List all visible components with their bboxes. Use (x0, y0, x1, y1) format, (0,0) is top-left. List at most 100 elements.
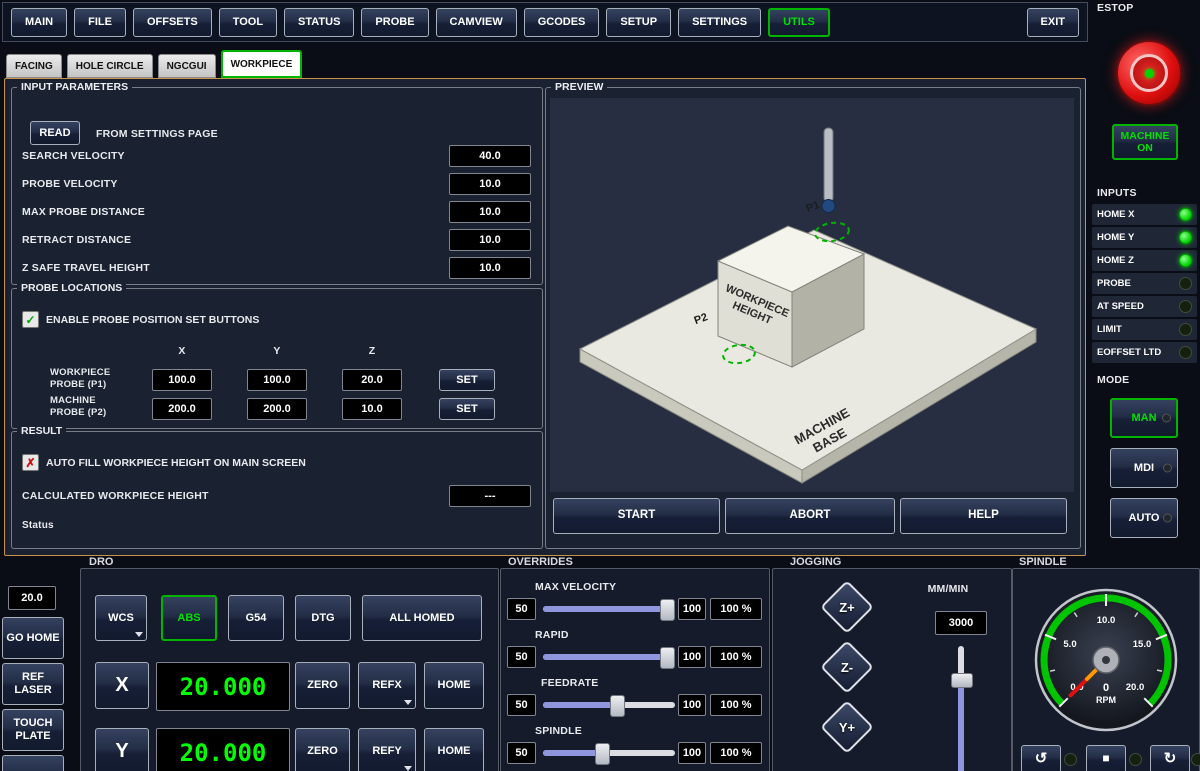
enable-probe-checkbox[interactable]: ✓ (22, 311, 39, 328)
jog-rate-slider-handle[interactable] (951, 673, 973, 688)
spindle-gauge: 0.0 5.0 10.0 15.0 20.0 0 RPM (1031, 585, 1181, 735)
wcs-button[interactable]: WCS (95, 595, 147, 641)
tab-workpiece[interactable]: WORKPIECE (221, 50, 303, 78)
menu-setup[interactable]: SETUP (606, 8, 671, 37)
inputs-title: INPUTS (1097, 187, 1137, 200)
touch-plate-button[interactable]: TOUCH PLATE (2, 709, 64, 751)
probe-locations-group: PROBE LOCATIONS ✓ ENABLE PROBE POSITION … (11, 288, 543, 429)
p1-x-field[interactable]: 100.0 (152, 369, 212, 391)
max-probe-distance-field[interactable]: 10.0 (449, 201, 531, 223)
menu-settings[interactable]: SETTINGS (678, 8, 761, 37)
spindle-slider-handle[interactable] (595, 743, 610, 765)
spindle-panel: 0.0 5.0 10.0 15.0 20.0 0 RPM ↺ ■ ↻ (1012, 568, 1200, 771)
refy-button[interactable]: REFY (358, 728, 416, 771)
refx-button[interactable]: REFX (358, 662, 416, 709)
home-y-button[interactable]: HOME (424, 728, 484, 771)
autofill-label: AUTO FILL WORKPIECE HEIGHT ON MAIN SCREE… (46, 457, 306, 469)
tab-facing[interactable]: FACING (6, 54, 62, 78)
abs-button[interactable]: ABS (161, 595, 217, 641)
p1-z-field[interactable]: 20.0 (342, 369, 402, 391)
dtg-button[interactable]: DTG (295, 595, 351, 641)
machine-on-button[interactable]: MACHINE ON (1112, 124, 1178, 160)
autofill-checkbox[interactable]: ✗ (22, 454, 39, 471)
menu-file[interactable]: FILE (74, 8, 126, 37)
tab-hole-circle[interactable]: HOLE CIRCLE (67, 54, 153, 78)
autofill-row: ✗ AUTO FILL WORKPIECE HEIGHT ON MAIN SCR… (22, 454, 306, 471)
max-velocity-slider[interactable] (543, 598, 675, 620)
rapid-slider-handle[interactable] (660, 647, 675, 669)
overrides-panel: MAX VELOCITY 50 100 100 % RAPID 50 100 1… (500, 568, 770, 771)
home-x-button[interactable]: HOME (424, 662, 484, 709)
home-y-led (1179, 231, 1192, 244)
abort-button[interactable]: ABORT (725, 498, 895, 534)
max-velocity-max: 100 (678, 598, 706, 620)
p1-y-field[interactable]: 100.0 (247, 369, 307, 391)
zero-x-button[interactable]: ZERO (295, 662, 350, 709)
estop-button[interactable] (1116, 40, 1182, 106)
z-safe-height-field[interactable]: 10.0 (449, 257, 531, 279)
mode-man-button[interactable]: MAN (1110, 398, 1178, 438)
feedrate-slider[interactable] (543, 694, 675, 716)
help-button[interactable]: HELP (900, 498, 1067, 534)
p2-x-field[interactable]: 200.0 (152, 398, 212, 420)
calculated-height-label: CALCULATED WORKPIECE HEIGHT (22, 490, 209, 503)
p2-set-button[interactable]: SET (439, 398, 495, 420)
feedrate-slider-handle[interactable] (610, 695, 625, 717)
refx-dropdown-icon (404, 700, 412, 705)
menu-main[interactable]: MAIN (11, 8, 67, 37)
spindle-stop-button[interactable]: ■ (1086, 745, 1126, 771)
rapid-max: 100 (678, 646, 706, 668)
go-home-button[interactable]: GO HOME (2, 617, 64, 659)
menu-offsets[interactable]: OFFSETS (133, 8, 212, 37)
jog-rate-slider[interactable] (954, 646, 968, 771)
spindle-rpm-value: 0 (1103, 682, 1109, 694)
tab-ngcgui[interactable]: NGCGUI (158, 54, 216, 78)
axis-y-button[interactable]: Y (95, 728, 149, 771)
menu-camview[interactable]: CAMVIEW (436, 8, 517, 37)
exit-button[interactable]: EXIT (1027, 8, 1079, 37)
probe-velocity-field[interactable]: 10.0 (449, 173, 531, 195)
mode-auto-button[interactable]: AUTO (1110, 498, 1178, 538)
at-speed-led (1179, 300, 1192, 313)
jog-rate-field[interactable]: 3000 (935, 611, 987, 635)
all-homed-button[interactable]: ALL HOMED (362, 595, 482, 641)
probe-rod (824, 128, 833, 202)
axis-x-button[interactable]: X (95, 662, 149, 709)
input-limit: LIMIT (1092, 319, 1197, 340)
menu-tool[interactable]: TOOL (219, 8, 277, 37)
jog-z-plus-label: Z+ (839, 600, 855, 615)
retract-distance-field[interactable]: 10.0 (449, 229, 531, 251)
read-button[interactable]: READ (30, 121, 80, 145)
p2-y-field[interactable]: 200.0 (247, 398, 307, 420)
jog-z-minus-button[interactable]: Z- (820, 640, 874, 694)
input-label: HOME Y (1097, 232, 1134, 243)
mode-man-label: MAN (1131, 412, 1156, 425)
menu-status[interactable]: STATUS (284, 8, 354, 37)
ref-button[interactable]: REF (2, 755, 64, 771)
menu-probe[interactable]: PROBE (361, 8, 428, 37)
mode-mdi-button[interactable]: MDI (1110, 448, 1178, 488)
spindle-ccw-button[interactable]: ↺ (1021, 745, 1061, 771)
spindle-ccw-led (1064, 753, 1077, 766)
max-velocity-slider-handle[interactable] (660, 599, 675, 621)
mode-title: MODE (1097, 374, 1129, 387)
zero-y-button[interactable]: ZERO (295, 728, 350, 771)
p1-set-button[interactable]: SET (439, 369, 495, 391)
p2-z-field[interactable]: 10.0 (342, 398, 402, 420)
jog-y-plus-button[interactable]: Y+ (820, 700, 874, 754)
search-velocity-field[interactable]: 40.0 (449, 145, 531, 167)
menu-utils[interactable]: UTILS (768, 8, 830, 37)
spindle-rpm-unit: RPM (1096, 695, 1116, 705)
spindle-cw-button[interactable]: ↻ (1150, 745, 1190, 771)
menu-gcodes[interactable]: GCODES (524, 8, 600, 37)
overrides-title: OVERRIDES (505, 556, 576, 568)
g54-button[interactable]: G54 (228, 595, 284, 641)
rapid-slider[interactable] (543, 646, 675, 668)
jog-z-plus-button[interactable]: Z+ (820, 580, 874, 634)
svg-text:20.0: 20.0 (1126, 682, 1145, 693)
ref-laser-button[interactable]: REF LASER (2, 663, 64, 705)
spindle-override-slider[interactable] (543, 742, 675, 764)
input-eoffset-ltd: EOFFSET LTD (1092, 342, 1197, 363)
start-button[interactable]: START (553, 498, 720, 534)
laser-offset-field[interactable]: 20.0 (8, 586, 56, 610)
